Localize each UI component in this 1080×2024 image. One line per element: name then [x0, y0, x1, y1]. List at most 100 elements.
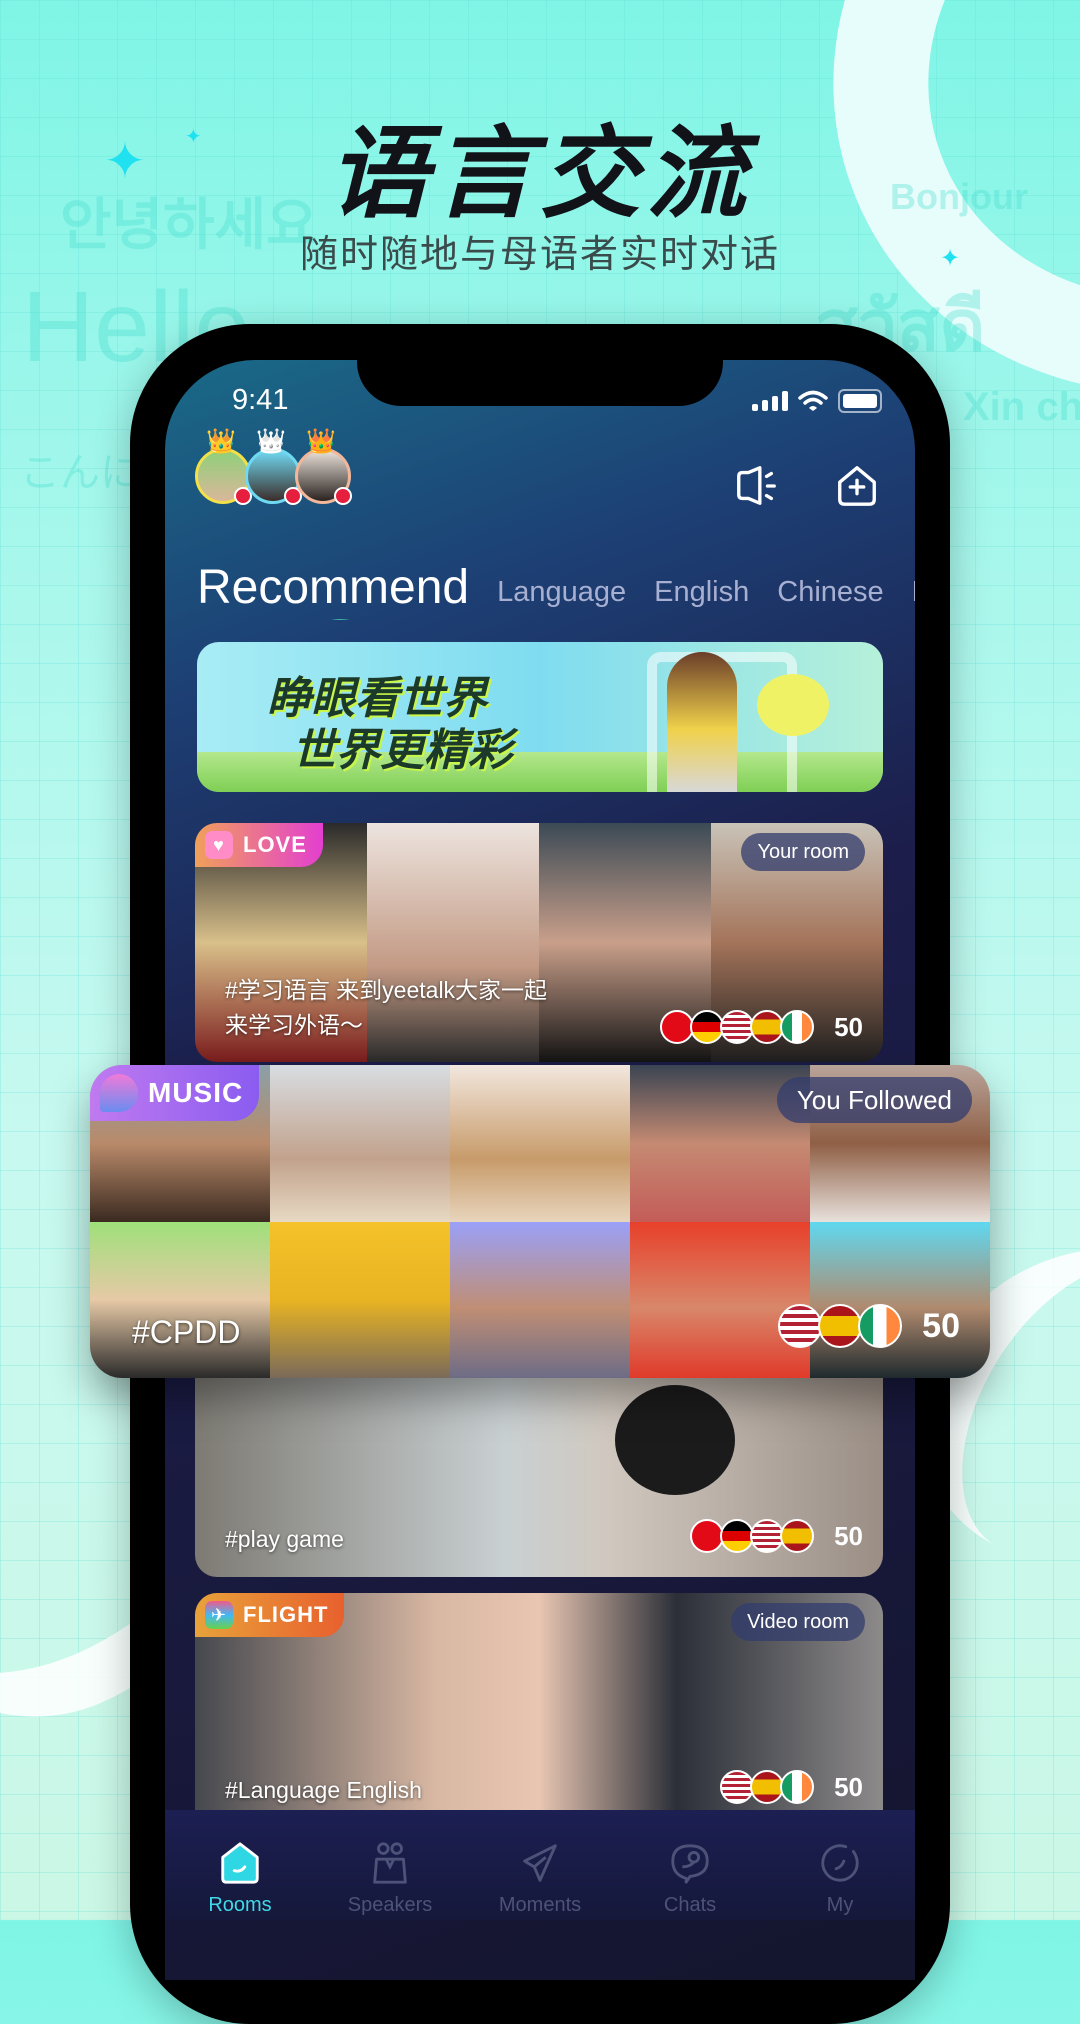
participant-tile	[810, 1221, 990, 1378]
room-card[interactable]: ♥ LOVE Your room #学习语言 来到yeetalk大家一起 来学习外语…	[195, 823, 883, 1062]
flag-usa-icon	[720, 1010, 755, 1044]
category-tabs: Recommend Language English Chinese M	[165, 540, 915, 620]
language-flags: 50	[660, 1010, 863, 1044]
category-badge: ♥ LOVE	[195, 823, 323, 867]
participant-tile	[270, 1221, 450, 1378]
wifi-icon	[798, 390, 828, 411]
language-flags: 50	[690, 1519, 863, 1553]
status-icons	[752, 389, 882, 413]
caption-line: #学习语言 来到yeetalk大家一起	[225, 977, 548, 1003]
tab-label: My	[826, 1894, 854, 1916]
signal-icon	[752, 391, 788, 411]
caption-line: 来学习外语～	[225, 1012, 363, 1038]
tab-speakers[interactable]: Speakers	[330, 1840, 450, 1917]
battery-icon	[838, 389, 882, 413]
broadcast-icon[interactable]	[733, 463, 779, 509]
tab-label: Moments	[498, 1894, 582, 1916]
love-icon: ♥	[205, 831, 233, 859]
avatar[interactable]: 👑	[195, 428, 252, 505]
room-card-featured[interactable]: MUSIC You Followed #CPDD 50	[90, 1065, 990, 1378]
flag-usa-icon	[778, 1304, 823, 1348]
tab-my[interactable]: My	[780, 1840, 900, 1917]
room-card[interactable]: ✈ FLIGHT Video room #Language English 50	[195, 1593, 883, 1810]
flag-spain-icon	[750, 1770, 785, 1804]
room-status-pill: Video room	[731, 1603, 865, 1641]
flight-icon: ✈	[205, 1601, 233, 1629]
flag-ireland-icon	[780, 1010, 815, 1044]
banner-mascot	[757, 674, 829, 736]
room-caption: #play game	[225, 1526, 344, 1552]
language-flags: 50	[720, 1770, 863, 1804]
room-card[interactable]: #play game 50	[195, 1345, 883, 1577]
language-flags: 50	[778, 1304, 960, 1348]
banner-character	[667, 652, 737, 792]
promo-banner[interactable]: 睁眼看世界 世界更精彩	[197, 642, 883, 792]
tab-moments[interactable]: Moments	[480, 1840, 600, 1917]
tab-more[interactable]: M	[912, 576, 915, 615]
flag-spain-icon	[750, 1010, 785, 1044]
tab-rooms[interactable]: Rooms	[180, 1840, 300, 1917]
category-badge: ✈ FLIGHT	[195, 1593, 345, 1637]
moments-icon	[523, 1844, 557, 1882]
hero-title: 语言交流	[328, 118, 752, 230]
add-room-icon[interactable]	[834, 463, 880, 509]
tab-chats[interactable]: Chats	[630, 1840, 750, 1917]
participant-count: 50	[834, 1771, 863, 1802]
avatar[interactable]: 👑	[245, 428, 302, 505]
tab-language[interactable]: Language	[497, 576, 626, 615]
chats-icon	[671, 1844, 709, 1884]
phone-notch	[357, 360, 723, 406]
room-caption: #Language English	[225, 1777, 422, 1803]
participant-tile	[450, 1221, 630, 1378]
bg-word-vietnamese: Xin chào	[963, 385, 1080, 429]
flag-usa-icon	[750, 1519, 785, 1553]
room-status-pill: Your room	[741, 833, 865, 871]
tab-chinese[interactable]: Chinese	[777, 576, 883, 615]
participant-tile	[450, 1065, 630, 1222]
participant-tile	[630, 1221, 810, 1378]
flag-turkey-icon	[690, 1519, 725, 1553]
live-dot	[334, 487, 352, 505]
avatar[interactable]: 👑	[295, 428, 352, 505]
flag-spain-icon	[780, 1519, 815, 1553]
gold-crown-icon: 👑	[206, 428, 236, 455]
flag-germany-icon	[720, 1519, 755, 1553]
flag-usa-icon	[720, 1770, 755, 1804]
hero-subtitle: 随时随地与母语者实时对话	[299, 234, 780, 276]
tab-recommend[interactable]: Recommend	[197, 560, 470, 620]
flag-ireland-icon	[780, 1770, 815, 1804]
my-icon	[821, 1844, 859, 1882]
category-label: FLIGHT	[243, 1602, 329, 1627]
bottom-tab-bar: Rooms Speakers Moments Chats My	[165, 1810, 915, 1920]
tab-label: Recommend	[197, 561, 470, 614]
participant-tile	[90, 1221, 270, 1378]
tab-label: Speakers	[347, 1894, 433, 1916]
bronze-crown-icon: 👑	[306, 428, 336, 455]
participant-count: 50	[922, 1306, 960, 1345]
tab-english[interactable]: English	[654, 576, 749, 615]
room-caption: #学习语言 来到yeetalk大家一起 来学习外语～	[225, 973, 547, 1043]
flag-ireland-icon	[858, 1304, 903, 1348]
participant-count: 50	[834, 1520, 863, 1551]
category-badge: MUSIC	[90, 1065, 260, 1121]
flag-germany-icon	[690, 1010, 725, 1044]
category-label: MUSIC	[148, 1077, 244, 1108]
silver-crown-icon: 👑	[256, 428, 286, 455]
room-status-pill: You Followed	[776, 1077, 972, 1123]
flag-turkey-icon	[660, 1010, 695, 1044]
participant-count: 50	[834, 1011, 863, 1042]
banner-line2: 世界更精彩	[292, 726, 512, 775]
category-label: LOVE	[243, 832, 307, 857]
tab-label: Chats	[663, 1894, 717, 1916]
flag-spain-icon	[818, 1304, 863, 1348]
status-time: 9:41	[232, 384, 289, 416]
participant-tile	[270, 1065, 450, 1222]
rooms-icon	[221, 1842, 259, 1884]
tab-label: Rooms	[208, 1894, 272, 1916]
active-tab-indicator	[331, 619, 350, 620]
camera-image	[615, 1385, 735, 1495]
music-icon	[100, 1074, 138, 1112]
speakers-icon	[373, 1842, 407, 1884]
top-users[interactable]: 👑 👑 👑	[195, 428, 352, 505]
room-caption: #CPDD	[132, 1314, 241, 1350]
